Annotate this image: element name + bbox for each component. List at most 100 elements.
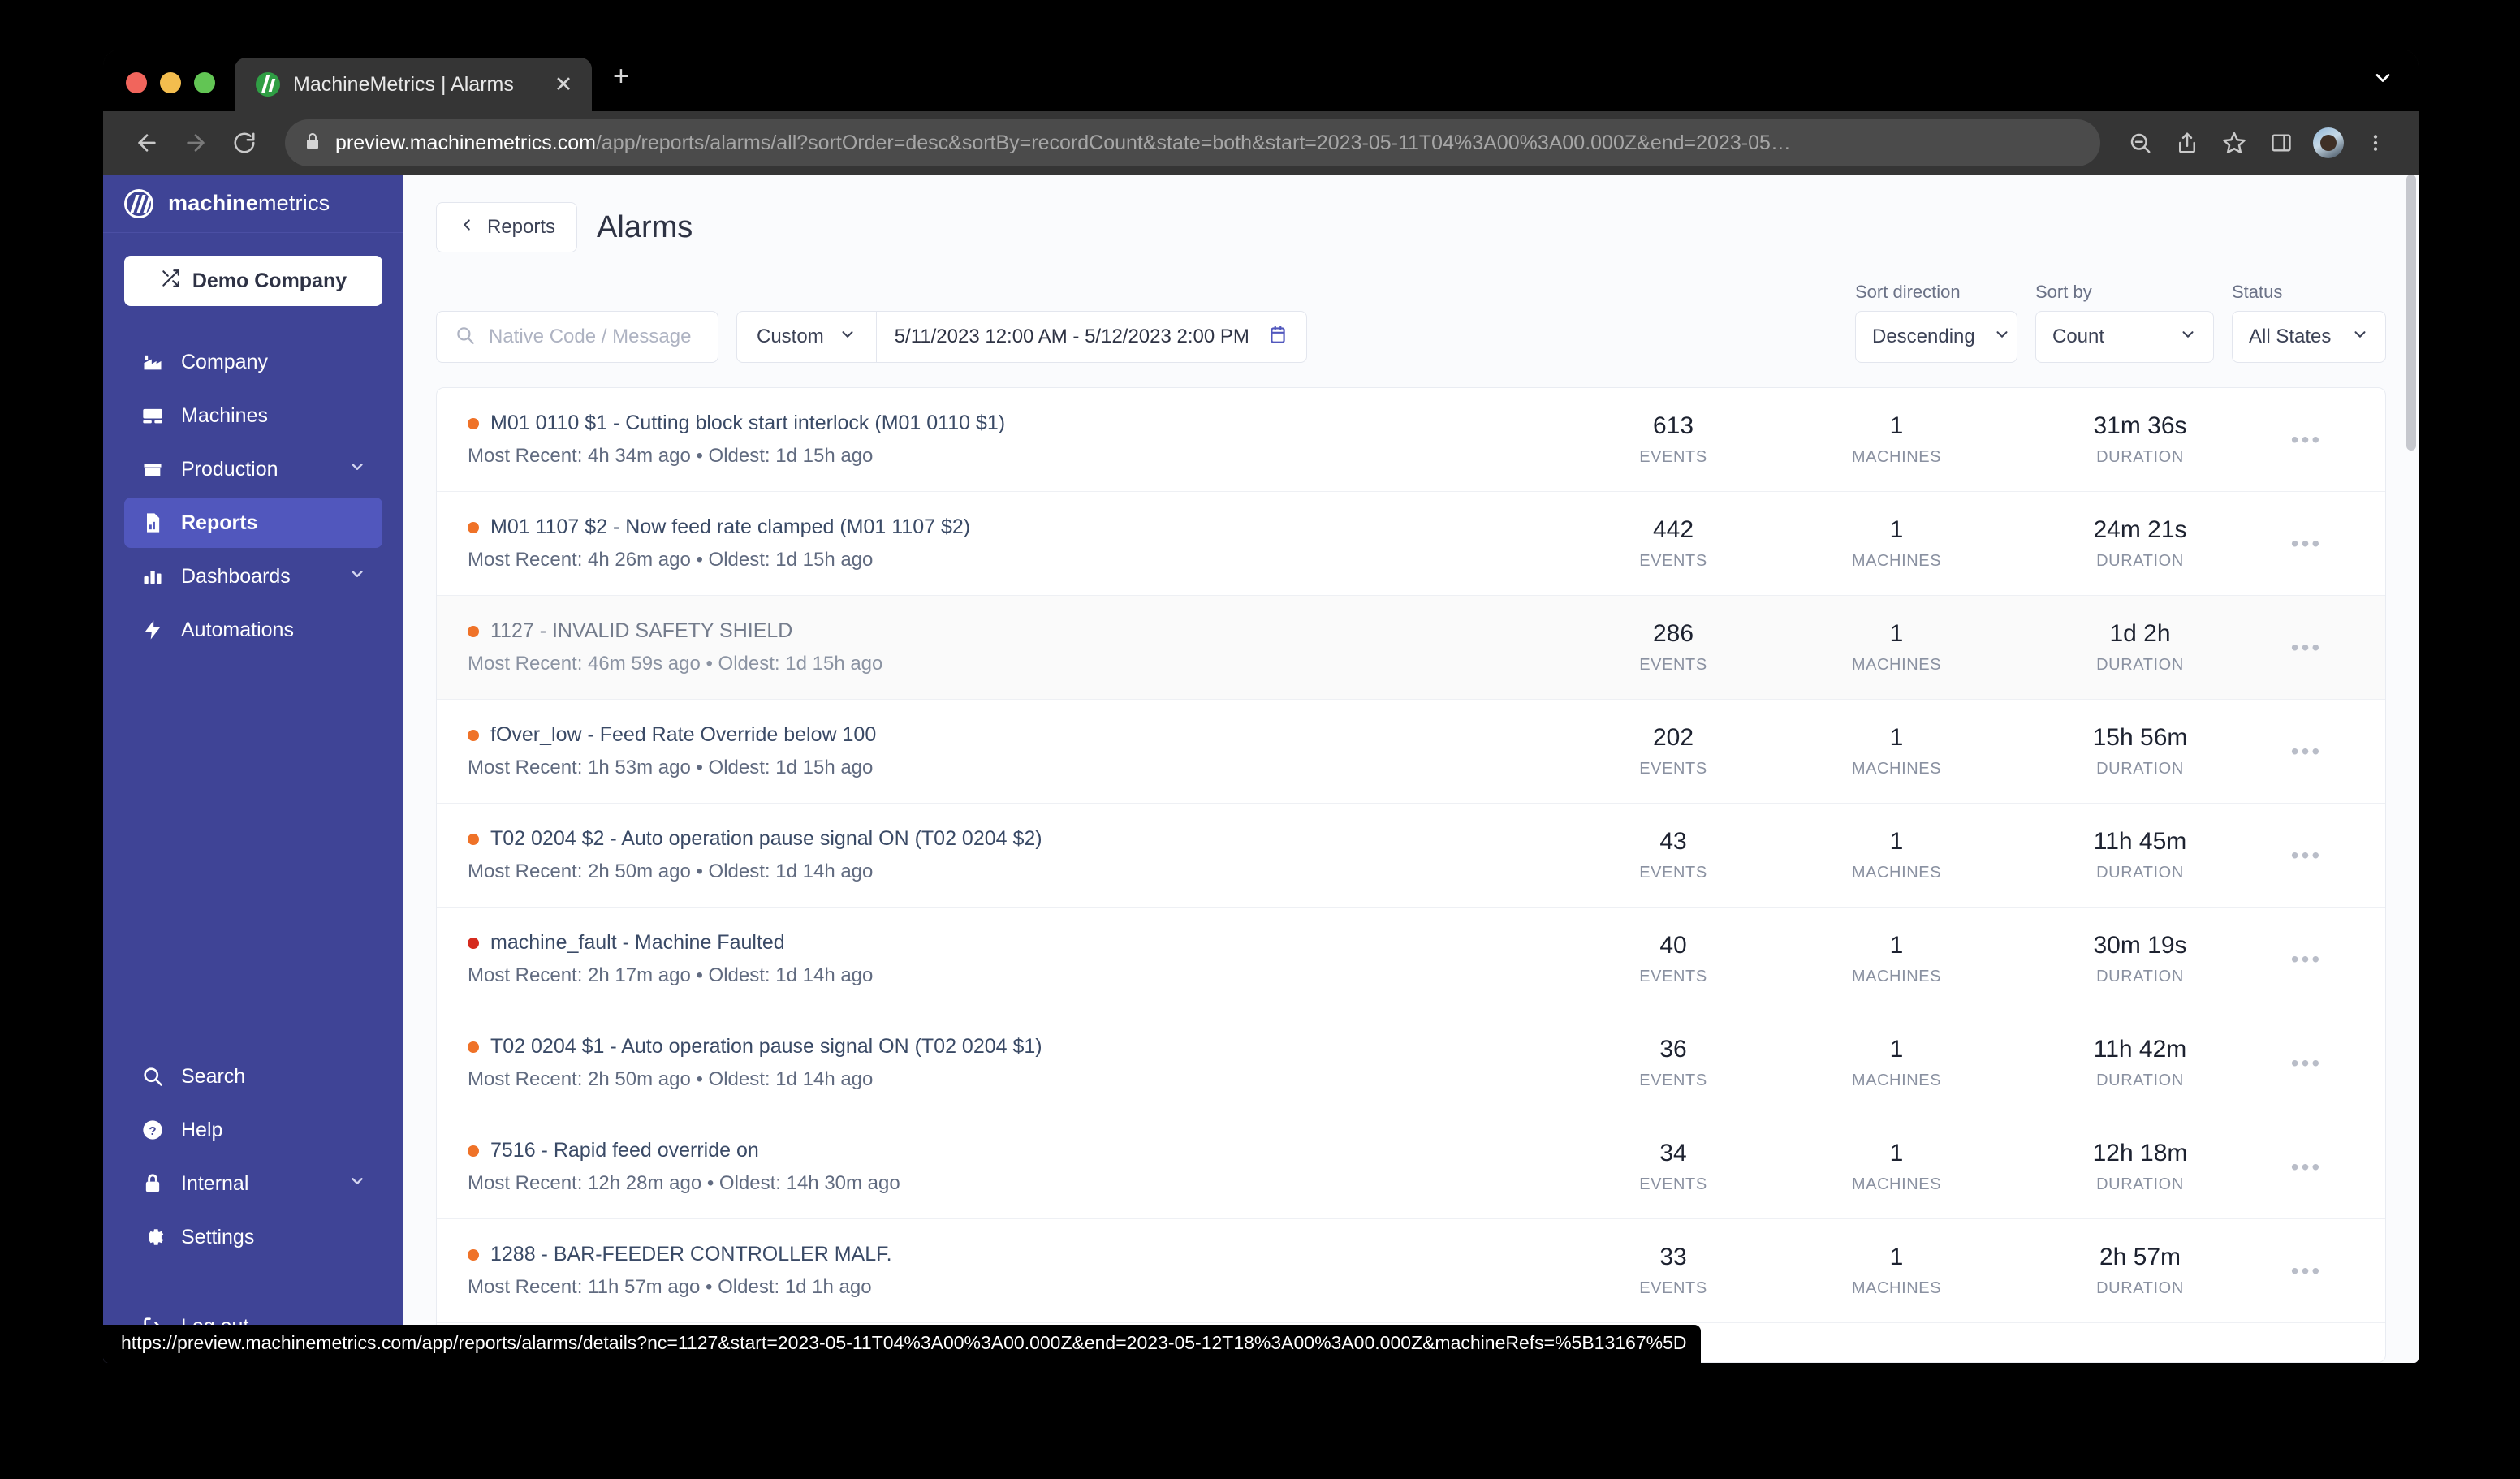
events-caption: EVENTS: [1639, 968, 1707, 985]
reload-icon[interactable]: [222, 120, 267, 166]
alarm-row[interactable]: 7516 - Rapid feed override on Most Recent…: [437, 1115, 2385, 1219]
alarm-info: 1288 - BAR-FEEDER CONTROLLER MALF. Most R…: [468, 1243, 1572, 1299]
brand-bold: machine: [168, 191, 258, 215]
row-overflow-menu-icon[interactable]: •••: [2262, 532, 2351, 555]
tab-search-chevron-down-icon[interactable]: [2371, 67, 2394, 93]
events-caption: EVENTS: [1639, 1175, 1707, 1193]
alarm-info: 7516 - Rapid feed override on Most Recent…: [468, 1139, 1572, 1195]
sidebar-item-label: Company: [181, 350, 268, 373]
company-switcher-button[interactable]: Demo Company: [124, 256, 382, 306]
machines-caption: MACHINES: [1851, 656, 1942, 674]
duration-metric: 2h 57m DURATION: [2018, 1244, 2262, 1298]
alarm-info: T02 0204 $2 - Auto operation pause signa…: [468, 827, 1572, 883]
alarm-row[interactable]: 1127 - INVALID SAFETY SHIELD Most Recent:…: [437, 596, 2385, 700]
date-range-input[interactable]: 5/11/2023 12:00 AM - 5/12/2023 2:00 PM: [877, 312, 1306, 362]
row-overflow-menu-icon[interactable]: •••: [2262, 428, 2351, 451]
sidebar-item-dashboards[interactable]: Dashboards: [124, 551, 382, 602]
alarm-row[interactable]: M01 0110 $1 - Cutting block start interl…: [437, 388, 2385, 492]
row-overflow-menu-icon[interactable]: •••: [2262, 1051, 2351, 1075]
alarm-row[interactable]: M01 1107 $2 - Now feed rate clamped (M01…: [437, 492, 2385, 596]
range-preset-select[interactable]: Custom: [737, 312, 877, 362]
events-metric: 43 EVENTS: [1572, 828, 1775, 882]
machines-caption: MACHINES: [1851, 552, 1942, 570]
alarm-list: M01 0110 $1 - Cutting block start interl…: [436, 387, 2386, 1363]
sort-controls: Sort direction Descending Sort by Count: [1855, 282, 2386, 363]
profile-avatar[interactable]: [2313, 127, 2344, 158]
row-overflow-menu-icon[interactable]: •••: [2262, 1155, 2351, 1179]
machines-metric: 1 MACHINES: [1775, 1140, 2018, 1194]
machinemetrics-favicon-icon: [256, 72, 280, 97]
events-metric: 34 EVENTS: [1572, 1140, 1775, 1194]
sidebar-item-internal[interactable]: Internal: [124, 1158, 382, 1209]
chrome-menu-icon[interactable]: [2354, 121, 2397, 165]
machines-value: 1: [1889, 412, 1904, 439]
alarm-row[interactable]: machine_fault - Machine Faulted Most Rece…: [437, 908, 2385, 1011]
status-label: Status: [2232, 282, 2283, 302]
sort-by-select[interactable]: Count: [2035, 311, 2214, 363]
sidebar-item-production[interactable]: Production: [124, 444, 382, 494]
minimize-window-button[interactable]: [160, 72, 181, 93]
address-bar[interactable]: preview.machinemetrics.com/app/reports/a…: [285, 119, 2100, 166]
severity-dot-icon: [468, 833, 479, 845]
sidebar-item-reports[interactable]: Reports: [124, 498, 382, 548]
share-icon[interactable]: [2165, 121, 2209, 165]
url-host: preview.machinemetrics.com: [335, 131, 596, 154]
machines-metric: 1 MACHINES: [1775, 1244, 2018, 1298]
brand-logo[interactable]: machinemetrics: [103, 175, 403, 233]
chevron-down-icon[interactable]: [348, 1172, 366, 1196]
sidebar-item-settings[interactable]: Settings: [124, 1212, 382, 1262]
back-navigation-icon[interactable]: [124, 120, 170, 166]
alarm-title-line: fOver_low - Feed Rate Override below 100: [468, 723, 1572, 747]
bar-chart-icon: [140, 564, 165, 589]
alarm-row[interactable]: T02 0204 $1 - Auto operation pause signa…: [437, 1011, 2385, 1115]
browser-toolbar: preview.machinemetrics.com/app/reports/a…: [103, 111, 2419, 175]
status-value: All States: [2249, 326, 2332, 347]
machine-icon: [140, 403, 165, 428]
machines-metric: 1 MACHINES: [1775, 620, 2018, 675]
row-overflow-menu-icon[interactable]: •••: [2262, 843, 2351, 867]
close-tab-icon[interactable]: ✕: [550, 73, 577, 96]
status-select[interactable]: All States: [2232, 311, 2386, 363]
chevron-down-icon[interactable]: [348, 458, 366, 481]
close-window-button[interactable]: [126, 72, 147, 93]
side-panel-icon[interactable]: [2259, 121, 2303, 165]
zoom-out-icon[interactable]: [2118, 121, 2162, 165]
alarm-title-line: 1127 - INVALID SAFETY SHIELD: [468, 619, 1572, 643]
sidebar-item-label: Settings: [181, 1225, 255, 1248]
vertical-scrollbar[interactable]: [2406, 175, 2416, 451]
alarm-row[interactable]: T02 0204 $2 - Auto operation pause signa…: [437, 804, 2385, 908]
browser-tab[interactable]: MachineMetrics | Alarms ✕: [235, 58, 592, 111]
search-field[interactable]: [436, 311, 718, 363]
sidebar-item-machines[interactable]: Machines: [124, 390, 382, 441]
bookmark-star-icon[interactable]: [2212, 121, 2256, 165]
sidebar-item-help[interactable]: ? Help: [124, 1105, 382, 1155]
maximize-window-button[interactable]: [194, 72, 215, 93]
row-overflow-menu-icon[interactable]: •••: [2262, 740, 2351, 763]
new-tab-icon[interactable]: +: [613, 63, 629, 90]
duration-caption: DURATION: [2096, 968, 2184, 985]
forward-navigation-icon[interactable]: [173, 120, 218, 166]
row-overflow-menu-icon[interactable]: •••: [2262, 1259, 2351, 1283]
alarm-timestamps: Most Recent: 12h 28m ago • Oldest: 14h 3…: [468, 1172, 900, 1194]
sidebar-item-search[interactable]: Search: [124, 1051, 382, 1102]
filter-bar: Custom 5/11/2023 12:00 AM - 5/12/2023 2:…: [403, 252, 2419, 363]
sidebar-item-company[interactable]: Company: [124, 337, 382, 387]
calendar-icon[interactable]: [1267, 324, 1288, 351]
search-input[interactable]: [489, 326, 700, 348]
severity-dot-icon: [468, 1145, 479, 1157]
search-icon: [455, 325, 476, 350]
alarm-info: T02 0204 $1 - Auto operation pause signa…: [468, 1035, 1572, 1091]
row-overflow-menu-icon[interactable]: •••: [2262, 947, 2351, 971]
sort-direction-select[interactable]: Descending: [1855, 311, 2017, 363]
chevron-down-icon[interactable]: [348, 565, 366, 589]
tab-title: MachineMetrics | Alarms: [293, 72, 514, 96]
alarm-row[interactable]: fOver_low - Feed Rate Override below 100…: [437, 700, 2385, 804]
row-overflow-menu-icon[interactable]: •••: [2262, 636, 2351, 659]
machines-value: 1: [1889, 620, 1904, 647]
back-to-reports-button[interactable]: Reports: [436, 202, 578, 252]
url-path: /app/reports/alarms/all?sortOrder=desc&s…: [595, 131, 1791, 154]
sidebar-item-label: Automations: [181, 618, 294, 641]
alarm-row[interactable]: 1288 - BAR-FEEDER CONTROLLER MALF. Most R…: [437, 1219, 2385, 1323]
sidebar-item-automations[interactable]: Automations: [124, 605, 382, 655]
events-caption: EVENTS: [1639, 864, 1707, 882]
